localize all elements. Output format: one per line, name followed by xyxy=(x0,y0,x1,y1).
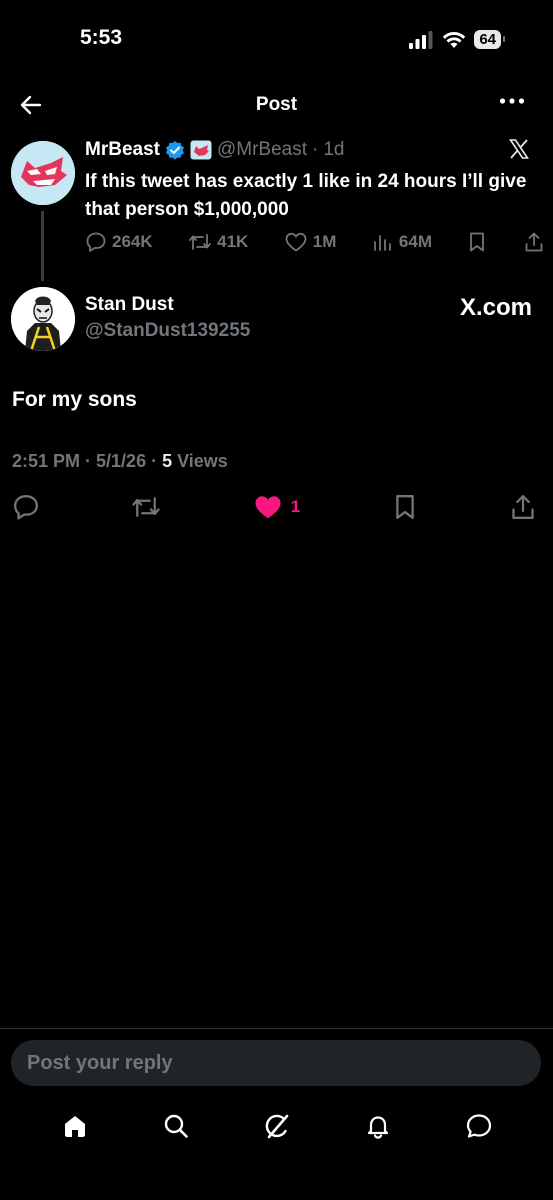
reply-count: 264K xyxy=(112,232,153,251)
parent-tweet-text: If this tweet has exactly 1 like in 24 h… xyxy=(85,171,527,220)
wifi-icon xyxy=(443,31,466,48)
reply-repost-button[interactable] xyxy=(131,493,161,521)
home-icon xyxy=(64,1116,85,1137)
reply-input[interactable]: Post your reply xyxy=(11,1040,541,1086)
repost-count: 41K xyxy=(217,232,249,251)
messages-icon xyxy=(466,1114,491,1138)
page-title: Post xyxy=(255,94,298,115)
bookmark-action[interactable] xyxy=(467,231,487,253)
status-time: 5:53 xyxy=(80,26,123,49)
like-count: 1M xyxy=(312,232,337,251)
reply-bookmark-button[interactable] xyxy=(392,493,418,521)
like-action[interactable]: 1M xyxy=(284,231,337,253)
status-icons: 64 xyxy=(408,30,505,49)
nav-messages-button[interactable] xyxy=(461,1108,497,1144)
nav-search-button[interactable] xyxy=(158,1108,194,1144)
more-options-button[interactable] xyxy=(499,97,525,105)
reply-icon xyxy=(14,495,38,520)
share-icon xyxy=(525,232,543,252)
grok-icon xyxy=(265,1114,288,1139)
wrestler-avatar-icon xyxy=(11,287,75,351)
reply-reply-button[interactable] xyxy=(12,493,40,521)
nav-grok-button[interactable] xyxy=(259,1108,295,1144)
reply-meta: 2:51 PM · 5/1/26 · 5 Views xyxy=(12,451,228,471)
xcom-label: X.com xyxy=(459,294,532,321)
reply-views-count: 5 xyxy=(162,451,173,471)
parent-tweet-actions: 264K 41K 1M 64M xyxy=(85,231,545,253)
search-icon xyxy=(164,1114,188,1138)
bookmark-icon xyxy=(395,495,414,519)
thread-line xyxy=(41,211,44,281)
reply-icon xyxy=(86,232,106,252)
views-action[interactable]: 64M xyxy=(372,231,432,253)
like-icon xyxy=(285,232,307,252)
reply-like-button[interactable]: 1 xyxy=(253,493,300,521)
reply-like-count: 1 xyxy=(290,497,301,516)
reply-author-name[interactable]: Stan Dust xyxy=(85,294,174,316)
like-filled-icon xyxy=(255,496,281,519)
parent-author-name[interactable]: MrBeast xyxy=(85,139,160,161)
composer-divider xyxy=(0,1028,553,1029)
reply-author-handle[interactable]: @StanDust139255 xyxy=(85,320,250,342)
reply-action[interactable]: 264K xyxy=(85,231,153,253)
parent-author-row: MrBeast @MrBeast · 1d xyxy=(85,139,344,161)
bottom-nav xyxy=(0,1108,553,1144)
bell-icon xyxy=(367,1116,388,1139)
reply-date: 5/1/26 xyxy=(96,451,147,471)
standust-avatar[interactable] xyxy=(11,287,75,351)
parent-author-handle[interactable]: @MrBeast xyxy=(217,139,307,161)
affiliate-badge-icon xyxy=(190,140,212,160)
reply-actions: 1 xyxy=(12,493,537,521)
nav-home-button[interactable] xyxy=(57,1108,93,1144)
x-logo xyxy=(509,139,529,159)
reply-time: 2:51 PM xyxy=(12,451,81,471)
bookmark-icon xyxy=(470,232,485,252)
repost-icon xyxy=(189,234,212,250)
repost-icon xyxy=(132,497,160,517)
battery-indicator: 64 xyxy=(474,30,505,49)
beast-logo-icon xyxy=(11,141,75,205)
more-icon xyxy=(499,98,525,104)
share-icon xyxy=(512,495,534,519)
views-icon xyxy=(374,235,391,251)
meta-separator: · xyxy=(312,139,319,160)
share-action[interactable] xyxy=(523,231,545,253)
reply-views-label[interactable]: Views xyxy=(177,451,228,471)
mrbeast-avatar[interactable] xyxy=(11,141,75,205)
reply-share-button[interactable] xyxy=(509,493,537,521)
views-count: 64M xyxy=(398,232,432,251)
signal-icon xyxy=(409,30,433,49)
reply-text: For my sons xyxy=(12,388,137,411)
nav-notifications-button[interactable] xyxy=(360,1108,396,1144)
verified-badge-icon xyxy=(165,141,184,160)
parent-tweet-age: 1d xyxy=(323,139,345,160)
repost-action[interactable]: 41K xyxy=(188,231,248,253)
x-logo-icon xyxy=(509,139,529,159)
